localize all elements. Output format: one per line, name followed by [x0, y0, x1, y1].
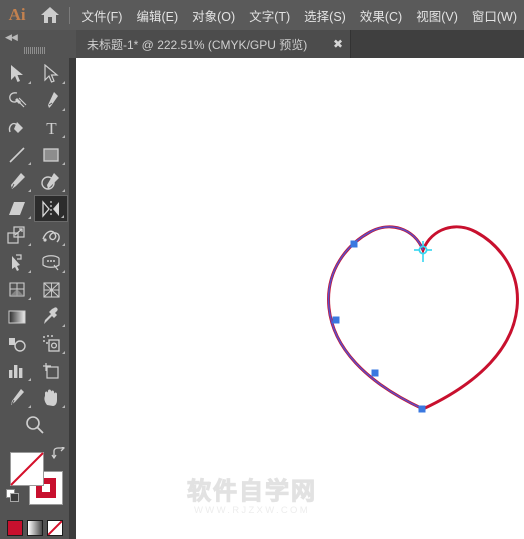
anchor-point[interactable]	[350, 240, 358, 248]
anchor-point[interactable]	[418, 405, 426, 413]
document-tab[interactable]: 未标题-1* @ 222.51% (CMYK/GPU 预览) ✖	[76, 30, 351, 58]
fill-stroke-controls	[0, 444, 69, 514]
shape-builder-tool[interactable]	[0, 249, 34, 276]
tool-flyout-indicator[interactable]	[28, 378, 31, 381]
curvature-tool[interactable]	[0, 114, 34, 141]
ai-logo: Ai	[8, 5, 26, 24]
column-graph-tool[interactable]	[0, 357, 34, 384]
document-tab-bar: 未标题-1* @ 222.51% (CMYK/GPU 预览) ✖	[76, 30, 524, 58]
menu-file[interactable]: 文件(F)	[75, 0, 130, 30]
type-tool[interactable]: T	[34, 114, 68, 141]
gradient-swatch-button[interactable]	[26, 520, 43, 536]
mesh-tool[interactable]	[0, 276, 34, 303]
tool-flyout-indicator[interactable]	[28, 243, 31, 246]
watermark-text-cn: 软件自学网	[187, 477, 317, 505]
slice-tool[interactable]	[0, 384, 34, 411]
tool-flyout-indicator[interactable]	[28, 405, 31, 408]
artwork-svg	[327, 225, 519, 413]
tool-flyout-indicator[interactable]	[62, 189, 65, 192]
color-swatch-button[interactable]	[6, 520, 23, 536]
swap-fill-stroke-icon[interactable]	[51, 445, 66, 465]
tool-flyout-indicator[interactable]	[62, 162, 65, 165]
menu-object[interactable]: 对象(O)	[185, 0, 242, 30]
tool-flyout-indicator[interactable]	[62, 351, 65, 354]
tool-flyout-indicator[interactable]	[28, 297, 31, 300]
tool-flyout-indicator[interactable]	[28, 162, 31, 165]
tool-flyout-indicator[interactable]	[28, 216, 31, 219]
svg-text:T: T	[46, 119, 57, 137]
no-fill-icon	[10, 452, 44, 486]
tool-flyout-indicator[interactable]	[62, 108, 65, 111]
panel-drag-grip[interactable]	[0, 44, 69, 57]
collapse-panel-icon[interactable]: ◀◀	[0, 30, 69, 44]
menu-select[interactable]: 选择(S)	[297, 0, 353, 30]
width-tool[interactable]	[34, 222, 68, 249]
tool-flyout-indicator[interactable]	[62, 270, 65, 273]
gradient-mesh-grid-tool[interactable]	[34, 276, 68, 303]
tool-flyout-indicator[interactable]	[62, 135, 65, 138]
symbol-sprayer-tool[interactable]	[34, 330, 68, 357]
selection-tool[interactable]	[0, 60, 34, 87]
tool-flyout-indicator[interactable]	[28, 189, 31, 192]
none-swatch-button[interactable]	[46, 520, 63, 536]
artboard-canvas[interactable]: 软件自学网 WWW.RJZXW.COM	[76, 58, 524, 539]
close-icon[interactable]: ✖	[326, 30, 350, 58]
document-tab-title: 未标题-1* @ 222.51% (CMYK/GPU 预览)	[87, 37, 308, 52]
pen-tool[interactable]	[34, 87, 68, 114]
tool-flyout-indicator[interactable]	[62, 324, 65, 327]
blend-tool[interactable]	[0, 330, 34, 357]
tool-flyout-indicator[interactable]	[62, 81, 65, 84]
paintbrush-tool[interactable]	[0, 168, 34, 195]
illustrator-window: Ai 文件(F) 编辑(E) 对象(O) 文字(T) 选择(S) 效果(C) 视…	[0, 0, 524, 539]
menu-edit[interactable]: 编辑(E)	[129, 0, 185, 30]
menu-effect[interactable]: 效果(C)	[353, 0, 409, 30]
default-fill-stroke-icon[interactable]	[6, 489, 19, 507]
free-transform-tool[interactable]	[0, 222, 34, 249]
magic-wand-tool[interactable]	[0, 87, 34, 114]
perspective-grid-tool[interactable]	[34, 249, 68, 276]
anchor-point[interactable]	[371, 369, 379, 377]
tool-flyout-indicator[interactable]	[62, 405, 65, 408]
direct-selection-tool[interactable]	[34, 60, 68, 87]
tool-flyout-indicator[interactable]	[28, 81, 31, 84]
eyedropper-tool[interactable]	[34, 303, 68, 330]
tool-flyout-indicator[interactable]	[28, 270, 31, 273]
anchor-point[interactable]	[332, 316, 340, 324]
tool-flyout-indicator[interactable]	[61, 215, 64, 218]
line-segment-tool[interactable]	[0, 141, 34, 168]
hand-tool[interactable]	[34, 384, 68, 411]
menu-window[interactable]: 窗口(W)	[465, 0, 524, 30]
home-icon[interactable]	[34, 0, 66, 30]
fill-swatch[interactable]	[10, 452, 44, 486]
menu-type[interactable]: 文字(T)	[242, 0, 297, 30]
reflect-tool[interactable]	[34, 195, 68, 222]
color-mode-swatches	[0, 520, 69, 536]
panel-gutter	[69, 58, 76, 539]
tools-panel: ◀◀ T	[0, 30, 69, 539]
gradient-tool[interactable]	[0, 303, 34, 330]
menu-bar: Ai 文件(F) 编辑(E) 对象(O) 文字(T) 选择(S) 效果(C) 视…	[0, 0, 524, 30]
watermark: 软件自学网 WWW.RJZXW.COM	[172, 477, 332, 517]
eraser-tool[interactable]	[0, 195, 34, 222]
watermark-text-url: WWW.RJZXW.COM	[194, 505, 310, 516]
menu-view[interactable]: 视图(V)	[409, 0, 465, 30]
artboard-tool[interactable]	[34, 357, 68, 384]
tool-flyout-indicator[interactable]	[62, 243, 65, 246]
tool-grid: T	[0, 57, 69, 438]
zoom-tool[interactable]	[0, 411, 69, 438]
shaper-tool[interactable]	[34, 168, 68, 195]
rectangle-tool[interactable]	[34, 141, 68, 168]
menu-divider	[68, 6, 70, 24]
